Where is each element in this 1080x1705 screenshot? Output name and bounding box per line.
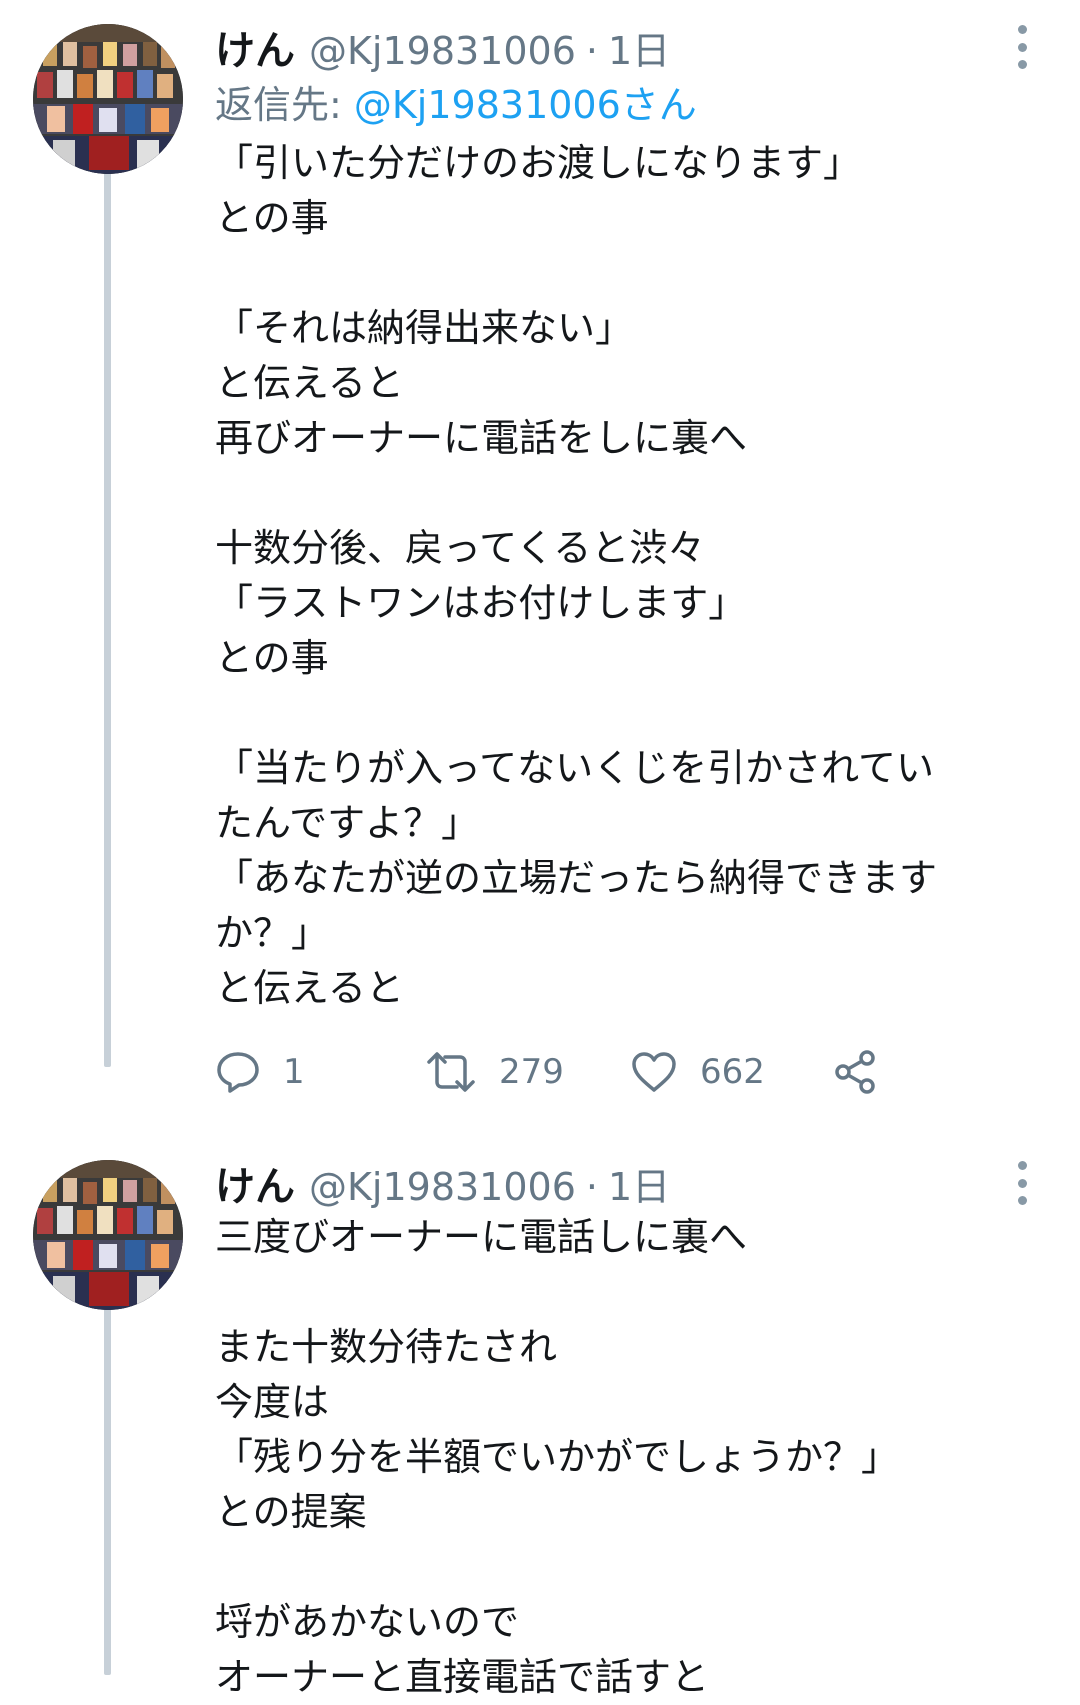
tweet-line: 埒があかないので — [215, 1600, 520, 1644]
retweet-icon — [427, 1052, 475, 1092]
tweet-line: か？」 — [215, 911, 330, 955]
avatar[interactable] — [33, 24, 183, 174]
reply-label: 返信先: — [215, 83, 354, 127]
like-button[interactable]: 662 — [630, 1047, 765, 1097]
tweet-header: けん @Kj19831006 · 1日 — [215, 1154, 670, 1210]
tweet-line: たんですよ？」 — [215, 801, 480, 845]
reply-target-link[interactable]: @Kj19831006さん — [354, 83, 697, 127]
user-handle[interactable]: @Kj19831006 — [309, 1165, 576, 1209]
tweet-line: 再びオーナーに電話をしに裏へ — [215, 416, 748, 460]
timestamp[interactable]: 1日 — [608, 20, 670, 75]
tweet-line: 三度びオーナーに電話しに裏へ — [215, 1215, 748, 1259]
tweet-line: 「残り分を半額でいかがでしょうか？」 — [215, 1435, 900, 1479]
tweet-line: 「それは納得出来ない」 — [215, 306, 634, 350]
display-name[interactable]: けん — [215, 18, 295, 76]
timestamp[interactable]: 1日 — [608, 1156, 670, 1211]
reply-button[interactable]: 1 — [215, 1047, 305, 1097]
tweet[interactable]: けん @Kj19831006 · 1日 三度びオーナーに電話しに裏へ また十数分… — [0, 1136, 1080, 1699]
tweet-line: 十数分後、戻ってくると渋々 — [215, 526, 706, 570]
more-vertical-icon[interactable] — [1010, 1161, 1034, 1205]
reply-count: 1 — [283, 1052, 305, 1092]
tweet-line: と伝えると — [215, 966, 404, 1010]
tweet-line: 「当たりが入ってないくじを引かされてい — [215, 746, 934, 790]
heart-icon — [632, 1052, 676, 1092]
user-handle[interactable]: @Kj19831006 — [309, 29, 576, 73]
reply-to-line: 返信先: @Kj19831006さん — [215, 74, 697, 129]
tweet-line: 「ラストワンはお付けします」 — [215, 581, 747, 625]
tweet-line: 「引いた分だけのお渡しになります」 — [215, 141, 862, 185]
tweet-line: 「あなたが逆の立場だったら納得できます — [215, 856, 938, 900]
tweet-text: 「引いた分だけのお渡しになります」 との事 「それは納得出来ない」 と伝えると … — [215, 136, 1015, 1016]
reply-icon — [217, 1052, 259, 1093]
tweet-line: との事 — [215, 636, 329, 680]
tweet-header: けん @Kj19831006 · 1日 — [215, 18, 670, 74]
share-button[interactable] — [833, 1047, 879, 1097]
share-icon — [835, 1050, 875, 1094]
display-name[interactable]: けん — [215, 1154, 295, 1212]
separator: · — [585, 29, 598, 73]
tweet-line: 今度は — [215, 1380, 330, 1424]
tweet-line: との事 — [215, 196, 329, 240]
separator: · — [585, 1165, 598, 1209]
like-count: 662 — [700, 1052, 765, 1092]
tweet-line — [215, 1540, 1015, 1595]
tweet-text: 三度びオーナーに電話しに裏へ また十数分待たされ 今度は 「残り分を半額でいかが… — [215, 1210, 1015, 1705]
tweet-line: オーナーと直接電話で話すと — [215, 1655, 710, 1699]
retweet-count: 279 — [499, 1052, 564, 1092]
tweet-line — [215, 466, 1015, 521]
tweet-line — [215, 1265, 1015, 1320]
tweet-line — [215, 246, 1015, 301]
retweet-button[interactable]: 279 — [425, 1047, 564, 1097]
avatar[interactable] — [33, 1160, 183, 1310]
tweet-line: また十数分待たされ — [215, 1325, 558, 1369]
more-vertical-icon[interactable] — [1010, 25, 1034, 69]
tweet-line — [215, 686, 1015, 741]
tweet-line: と伝えると — [215, 361, 404, 405]
tweet-line: との提案 — [215, 1490, 367, 1534]
tweet[interactable]: けん @Kj19831006 · 1日 返信先: @Kj19831006さん 「… — [0, 0, 1080, 1100]
